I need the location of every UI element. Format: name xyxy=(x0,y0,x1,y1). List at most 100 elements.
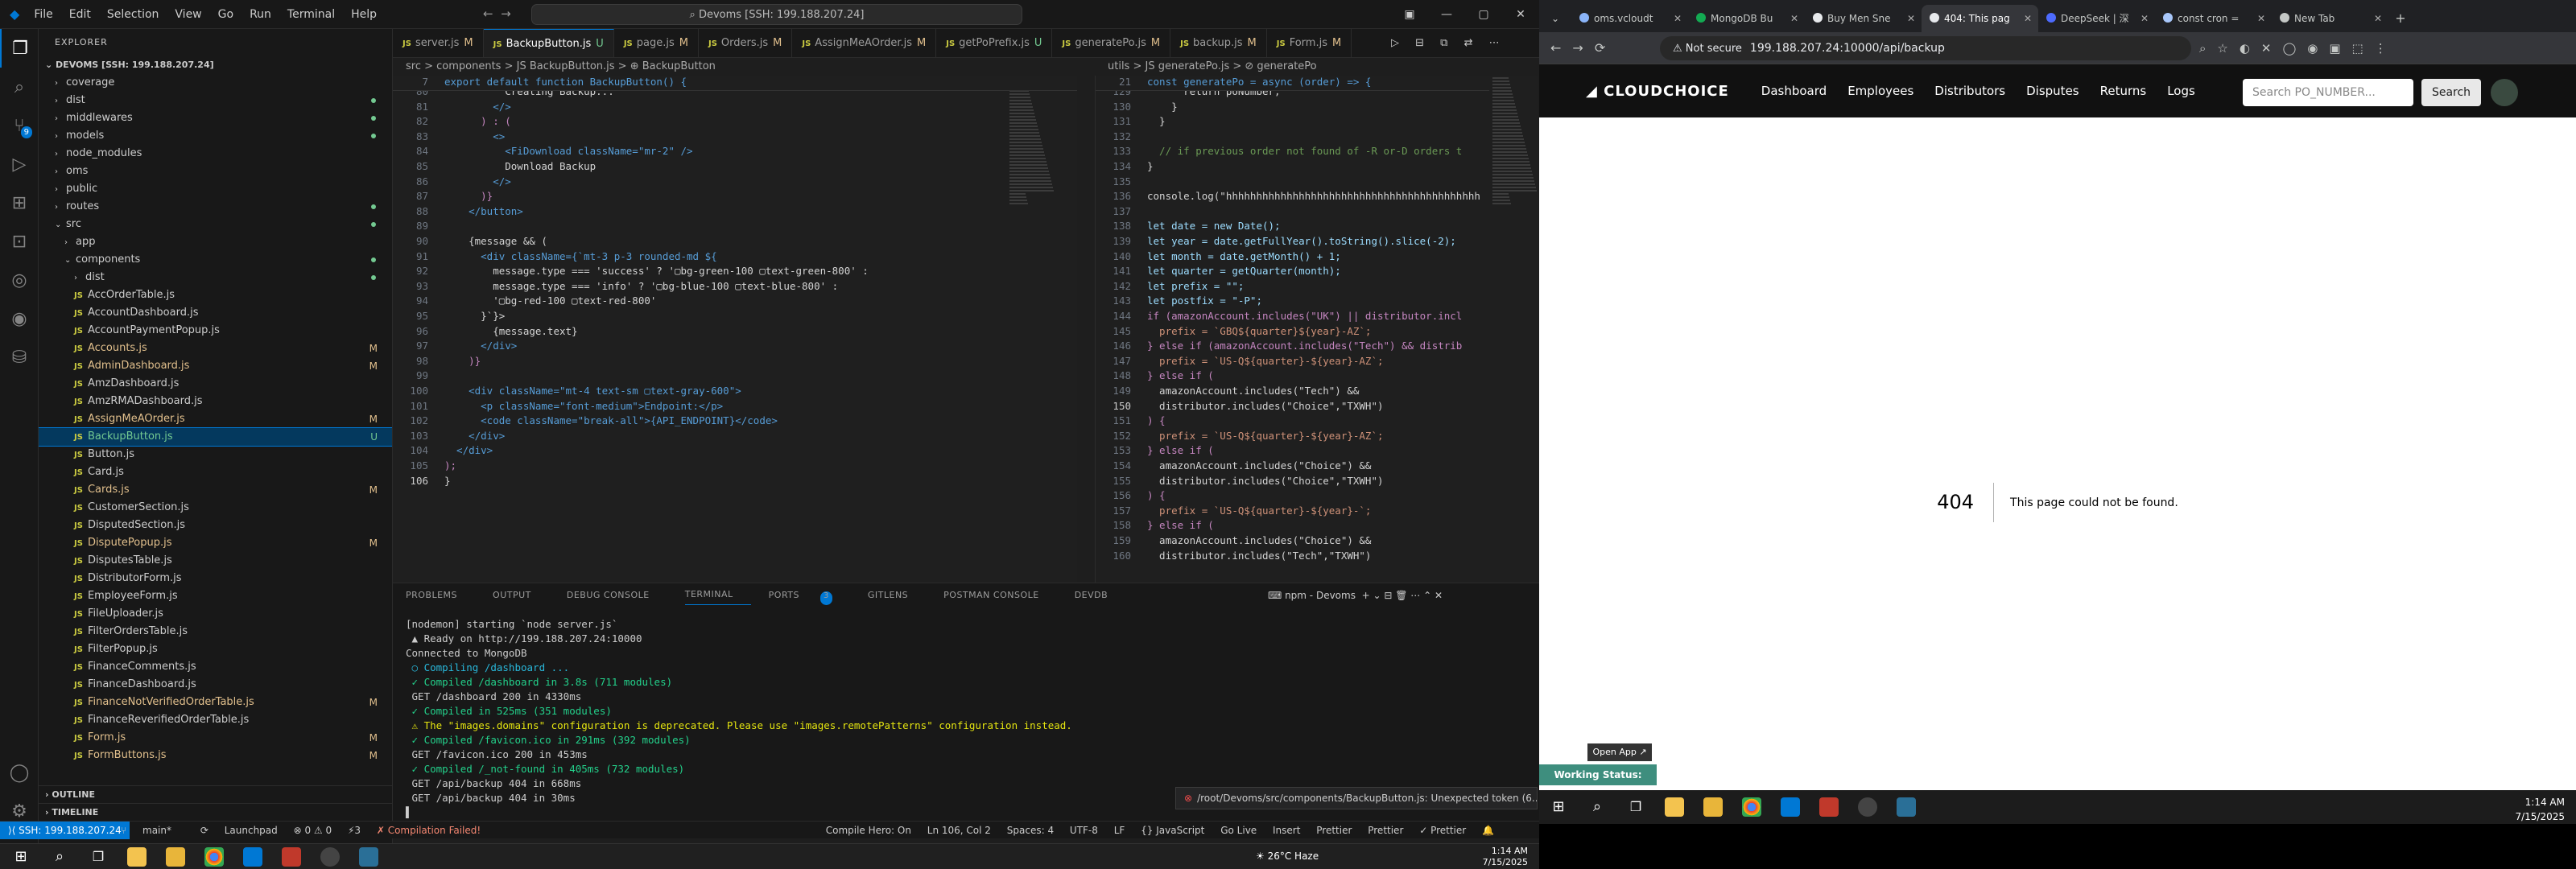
panel-tab-output[interactable]: OUTPUT xyxy=(493,590,549,605)
panel-tab-gitlens[interactable]: GITLENS xyxy=(868,590,926,605)
file-item[interactable]: JS FinanceDashboard.js xyxy=(39,676,392,694)
tab-getpoprefix-js[interactable]: JS getPoPrefix.js U xyxy=(936,29,1053,57)
editor-left[interactable]: 7 export default function BackupButton() … xyxy=(393,76,1077,583)
app-icon-3[interactable] xyxy=(359,847,378,867)
browser-tab[interactable]: Buy Men Sne ✕ xyxy=(1805,5,1922,32)
app-icon-3[interactable] xyxy=(1897,797,1916,817)
sticky-scroll[interactable]: 7 export default function BackupButton() … xyxy=(393,76,1077,91)
close-icon[interactable]: ✕ xyxy=(2024,5,2032,32)
taskbar-clock[interactable]: 1:14 AM 7/15/2025 xyxy=(2515,795,2565,824)
breadcrumb-left[interactable]: src > components > JS BackupButton.js > … xyxy=(393,58,1085,76)
chrome-icon[interactable] xyxy=(1742,797,1761,817)
file-item[interactable]: JS Form.js M xyxy=(39,729,392,747)
breadcrumb-right[interactable]: utils > JS generatePo.js > ⊘ generatePo xyxy=(1095,58,1539,76)
prettier-1[interactable]: Prettier xyxy=(1316,825,1352,836)
file-explorer-icon[interactable] xyxy=(1665,797,1684,817)
indentation[interactable]: Spaces: 4 xyxy=(1007,825,1054,836)
menu-run[interactable]: Run xyxy=(242,8,279,21)
layout-icon[interactable]: ▣ xyxy=(1391,0,1428,29)
menu-selection[interactable]: Selection xyxy=(99,8,167,21)
close-icon[interactable]: ✕ xyxy=(2257,5,2265,32)
tab-page-js[interactable]: JS page.js M xyxy=(614,29,699,57)
folder-item[interactable]: › dist xyxy=(39,92,392,109)
file-item[interactable]: JS FinanceNotVerifiedOrderTable.js M xyxy=(39,694,392,711)
menu-edit[interactable]: Edit xyxy=(61,8,99,21)
file-item[interactable]: JS FinanceReverifiedOrderTable.js xyxy=(39,711,392,729)
tab-backupbutton-js[interactable]: JS BackupButton.js U xyxy=(483,29,614,57)
file-item[interactable]: JS AccOrderTable.js xyxy=(39,286,392,304)
nav-logs[interactable]: Logs xyxy=(2167,84,2195,98)
omnibox[interactable]: ⚠ Not secure 199.188.207.24:10000/api/bac… xyxy=(1660,36,2191,60)
source-control-icon[interactable]: ⑂ 9 xyxy=(0,106,39,145)
file-item[interactable]: JS CustomerSection.js xyxy=(39,499,392,517)
folder-item[interactable]: › node_modules xyxy=(39,145,392,163)
tab-orders-js[interactable]: JS Orders.js M xyxy=(699,29,793,57)
search-button[interactable]: Search xyxy=(2421,79,2481,106)
tab-assignmeaorder-js[interactable]: JS AssignMeAOrder.js M xyxy=(792,29,937,57)
problems-count[interactable]: ⊗ 0 ⚠ 0 xyxy=(294,825,332,836)
tab-backup-js[interactable]: JS backup.js M xyxy=(1170,29,1267,57)
nav-buttons[interactable]: ←→⟳ xyxy=(1550,32,1616,64)
browser-tab[interactable]: DeepSeek | 深 ✕ xyxy=(2038,5,2155,32)
app-icon-2[interactable] xyxy=(320,847,340,867)
nav-returns[interactable]: Returns xyxy=(2100,84,2147,98)
menu-help[interactable]: Help xyxy=(343,8,385,21)
file-item[interactable]: JS AdminDashboard.js M xyxy=(39,357,392,375)
browser-tab[interactable]: const cron = ✕ xyxy=(2155,5,2272,32)
editor-right[interactable]: 21 const generatePo = async (order) => {1… xyxy=(1095,76,1489,583)
tab-generatepo-js[interactable]: JS generatePo.js M xyxy=(1052,29,1171,57)
remote-explorer-icon[interactable]: ⊡ xyxy=(0,222,39,261)
folder-item[interactable]: › oms xyxy=(39,163,392,180)
file-item[interactable]: JS FileUploader.js xyxy=(39,605,392,623)
taskbar-clock[interactable]: 1:14 AM 7/15/2025 xyxy=(1483,846,1528,868)
vscode-taskbar-icon[interactable] xyxy=(1781,797,1800,817)
search-icon[interactable]: ⌕ xyxy=(50,847,69,867)
panel-tab-problems[interactable]: PROBLEMS xyxy=(406,590,475,605)
insert-mode[interactable]: Insert xyxy=(1273,825,1300,836)
go-live[interactable]: Go Live xyxy=(1220,825,1257,836)
tab-search-icon[interactable]: ⌄ xyxy=(1539,5,1571,32)
panel-tab-ports[interactable]: PORTS 3 xyxy=(769,590,850,605)
file-item[interactable]: JS Cards.js M xyxy=(39,481,392,499)
database-icon[interactable]: ⛁ xyxy=(0,338,39,377)
close-icon[interactable]: ✕ xyxy=(2374,5,2382,32)
error-notification[interactable]: ⊗ /root/Devoms/src/components/BackupButto… xyxy=(1175,787,1538,809)
file-item[interactable]: JS DisputedSection.js xyxy=(39,517,392,534)
browser-tab[interactable]: 404: This pag ✕ xyxy=(1922,5,2038,32)
close-icon[interactable]: ✕ xyxy=(1502,0,1539,29)
postman-icon[interactable]: ◉ xyxy=(0,299,39,338)
minimap-right[interactable] xyxy=(1489,76,1538,583)
app-icon[interactable] xyxy=(1819,797,1839,817)
folder-item[interactable]: › app xyxy=(39,233,392,251)
file-item[interactable]: JS AccountDashboard.js xyxy=(39,304,392,322)
app-icon-2[interactable] xyxy=(1858,797,1877,817)
file-item[interactable]: JS Button.js xyxy=(39,446,392,463)
nav-arrows[interactable]: ← → xyxy=(483,6,511,21)
explorer-icon[interactable]: ❐ xyxy=(0,29,39,68)
store-icon[interactable] xyxy=(166,847,185,867)
browser-tab[interactable]: New Tab ✕ xyxy=(2272,5,2388,32)
maximize-icon[interactable]: ▢ xyxy=(1465,0,1502,29)
account-icon[interactable]: ◯ xyxy=(0,753,39,792)
folder-item[interactable]: ⌄ components xyxy=(39,251,392,269)
panel-tab-devdb[interactable]: DEVDB xyxy=(1075,590,1125,605)
timeline-section[interactable]: › TIMELINE xyxy=(39,803,392,821)
folder-item[interactable]: › public xyxy=(39,180,392,198)
open-app-button[interactable]: Open App ↗ xyxy=(1587,743,1652,761)
site-logo[interactable]: ◢ CLOUDCHOICE xyxy=(1586,83,1729,100)
folder-item[interactable]: › dist xyxy=(39,269,392,286)
minimap-left[interactable] xyxy=(1006,76,1055,583)
compile-status[interactable]: ✗ Compilation Failed! xyxy=(377,825,481,836)
file-item[interactable]: JS FilterPopup.js xyxy=(39,640,392,658)
panel-tab-terminal[interactable]: TERMINAL xyxy=(684,589,751,605)
branch-item[interactable]: ⑂ main* xyxy=(121,825,184,836)
tab-server-js[interactable]: JS server.js M xyxy=(393,29,484,57)
vscode-taskbar-icon[interactable] xyxy=(243,847,262,867)
file-item[interactable]: JS DisputesTable.js xyxy=(39,552,392,570)
close-icon[interactable]: ✕ xyxy=(1674,5,1682,32)
folder-item[interactable]: › models xyxy=(39,127,392,145)
terminal-output[interactable]: [nodemon] starting `node server.js` ▲ Re… xyxy=(406,617,1072,820)
file-item[interactable]: JS FormButtons.js M xyxy=(39,747,392,764)
terminal-selector[interactable]: ⌨ npm - Devoms + ⌄ ⊟ 🗑 ⋯ ⌃ ✕ xyxy=(1268,590,1443,601)
file-item[interactable]: JS AccountPaymentPopup.js xyxy=(39,322,392,340)
